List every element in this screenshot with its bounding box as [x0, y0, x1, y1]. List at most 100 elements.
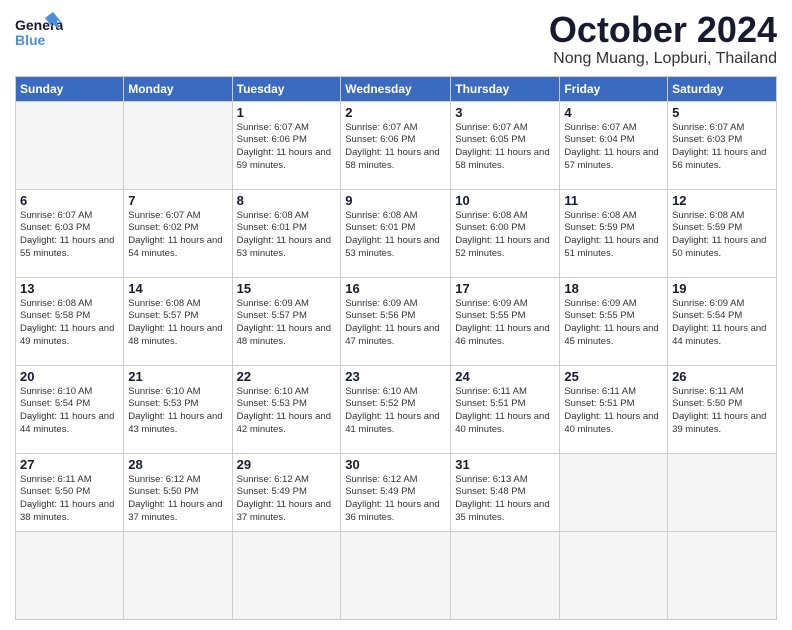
table-row: 26 Sunrise: 6:11 AM Sunset: 5:50 PM Dayli…: [668, 365, 777, 453]
day-number: 17: [455, 281, 555, 296]
day-number: 13: [20, 281, 119, 296]
day-info: Sunrise: 6:09 AM Sunset: 5:57 PM Dayligh…: [237, 298, 337, 349]
table-row: [124, 101, 232, 189]
table-row: 4Sunrise: 6:07 AM Sunset: 6:04 PM Daylig…: [560, 101, 668, 189]
day-info: Sunrise: 6:08 AM Sunset: 5:58 PM Dayligh…: [20, 298, 119, 349]
table-row: [341, 531, 451, 619]
table-row: 19Sunrise: 6:09 AM Sunset: 5:54 PM Dayli…: [668, 277, 777, 365]
location-title: Nong Muang, Lopburi, Thailand: [549, 50, 777, 68]
day-number: 18: [564, 281, 663, 296]
table-row: 16Sunrise: 6:09 AM Sunset: 5:56 PM Dayli…: [341, 277, 451, 365]
day-number: 30: [345, 457, 446, 472]
table-row: 6 Sunrise: 6:07 AM Sunset: 6:03 PM Daylig…: [16, 189, 124, 277]
day-number: 7: [128, 193, 227, 208]
day-info: Sunrise: 6:07 AM Sunset: 6:03 PM Dayligh…: [20, 210, 119, 261]
table-row: 14Sunrise: 6:08 AM Sunset: 5:57 PM Dayli…: [124, 277, 232, 365]
header-area: General Blue October 2024 Nong Muang, Lo…: [15, 10, 777, 68]
header-friday: Friday: [560, 76, 668, 101]
day-number: 29: [237, 457, 337, 472]
table-row: 12 Sunrise: 6:08 AM Sunset: 5:59 PM Dayli…: [668, 189, 777, 277]
day-number: 9: [345, 193, 446, 208]
table-row: 23Sunrise: 6:10 AM Sunset: 5:52 PM Dayli…: [341, 365, 451, 453]
table-row: 20 Sunrise: 6:10 AM Sunset: 5:54 PM Dayli…: [16, 365, 124, 453]
day-info: Sunrise: 6:08 AM Sunset: 6:01 PM Dayligh…: [237, 210, 337, 261]
day-info: Sunrise: 6:07 AM Sunset: 6:06 PM Dayligh…: [345, 122, 446, 173]
table-row: 5 Sunrise: 6:07 AM Sunset: 6:03 PM Daylig…: [668, 101, 777, 189]
table-row: 1Sunrise: 6:07 AM Sunset: 6:06 PM Daylig…: [232, 101, 341, 189]
calendar-table: Sunday Monday Tuesday Wednesday Thursday…: [15, 76, 777, 620]
table-row: [232, 531, 341, 619]
logo-icon: General Blue: [15, 10, 63, 52]
table-row: [124, 531, 232, 619]
day-number: 5: [672, 105, 772, 120]
day-number: 26: [672, 369, 772, 384]
day-info: Sunrise: 6:13 AM Sunset: 5:48 PM Dayligh…: [455, 474, 555, 525]
day-info: Sunrise: 6:12 AM Sunset: 5:49 PM Dayligh…: [345, 474, 446, 525]
title-area: October 2024 Nong Muang, Lopburi, Thaila…: [549, 10, 777, 68]
day-number: 31: [455, 457, 555, 472]
day-info: Sunrise: 6:10 AM Sunset: 5:53 PM Dayligh…: [237, 386, 337, 437]
day-info: Sunrise: 6:07 AM Sunset: 6:03 PM Dayligh…: [672, 122, 772, 173]
table-row: 2 Sunrise: 6:07 AM Sunset: 6:06 PM Daylig…: [341, 101, 451, 189]
day-info: Sunrise: 6:10 AM Sunset: 5:54 PM Dayligh…: [20, 386, 119, 437]
day-info: Sunrise: 6:09 AM Sunset: 5:54 PM Dayligh…: [672, 298, 772, 349]
table-row: [560, 531, 668, 619]
day-info: Sunrise: 6:11 AM Sunset: 5:51 PM Dayligh…: [564, 386, 663, 437]
day-info: Sunrise: 6:07 AM Sunset: 6:04 PM Dayligh…: [564, 122, 663, 173]
header-thursday: Thursday: [451, 76, 560, 101]
day-info: Sunrise: 6:07 AM Sunset: 6:06 PM Dayligh…: [237, 122, 337, 173]
day-number: 15: [237, 281, 337, 296]
day-number: 6: [20, 193, 119, 208]
page-container: General Blue October 2024 Nong Muang, Lo…: [0, 0, 792, 630]
day-info: Sunrise: 6:08 AM Sunset: 6:01 PM Dayligh…: [345, 210, 446, 261]
day-number: 2: [345, 105, 446, 120]
day-number: 25: [564, 369, 663, 384]
header-tuesday: Tuesday: [232, 76, 341, 101]
day-number: 27: [20, 457, 119, 472]
day-number: 10: [455, 193, 555, 208]
table-row: 9 Sunrise: 6:08 AM Sunset: 6:01 PM Daylig…: [341, 189, 451, 277]
table-row: 11Sunrise: 6:08 AM Sunset: 5:59 PM Dayli…: [560, 189, 668, 277]
logo: General Blue: [15, 10, 63, 52]
day-info: Sunrise: 6:08 AM Sunset: 5:57 PM Dayligh…: [128, 298, 227, 349]
day-info: Sunrise: 6:10 AM Sunset: 5:53 PM Dayligh…: [128, 386, 227, 437]
day-info: Sunrise: 6:09 AM Sunset: 5:55 PM Dayligh…: [455, 298, 555, 349]
day-info: Sunrise: 6:11 AM Sunset: 5:50 PM Dayligh…: [20, 474, 119, 525]
day-info: Sunrise: 6:08 AM Sunset: 5:59 PM Dayligh…: [672, 210, 772, 261]
day-info: Sunrise: 6:07 AM Sunset: 6:05 PM Dayligh…: [455, 122, 555, 173]
day-number: 22: [237, 369, 337, 384]
day-info: Sunrise: 6:09 AM Sunset: 5:55 PM Dayligh…: [564, 298, 663, 349]
table-row: 30 Sunrise: 6:12 AM Sunset: 5:49 PM Dayli…: [341, 453, 451, 531]
table-row: 22 Sunrise: 6:10 AM Sunset: 5:53 PM Dayli…: [232, 365, 341, 453]
weekday-header-row: Sunday Monday Tuesday Wednesday Thursday…: [16, 76, 777, 101]
table-row: 7Sunrise: 6:07 AM Sunset: 6:02 PM Daylig…: [124, 189, 232, 277]
table-row: 10 Sunrise: 6:08 AM Sunset: 6:00 PM Dayli…: [451, 189, 560, 277]
month-title: October 2024: [549, 10, 777, 50]
table-row: [668, 453, 777, 531]
day-number: 8: [237, 193, 337, 208]
table-row: 24Sunrise: 6:11 AM Sunset: 5:51 PM Dayli…: [451, 365, 560, 453]
day-number: 3: [455, 105, 555, 120]
table-row: 3 Sunrise: 6:07 AM Sunset: 6:05 PM Daylig…: [451, 101, 560, 189]
table-row: 18 Sunrise: 6:09 AM Sunset: 5:55 PM Dayli…: [560, 277, 668, 365]
header-saturday: Saturday: [668, 76, 777, 101]
table-row: [668, 531, 777, 619]
day-number: 23: [345, 369, 446, 384]
table-row: 27 Sunrise: 6:11 AM Sunset: 5:50 PM Dayli…: [16, 453, 124, 531]
day-info: Sunrise: 6:11 AM Sunset: 5:50 PM Dayligh…: [672, 386, 772, 437]
day-number: 21: [128, 369, 227, 384]
table-row: [451, 531, 560, 619]
header-sunday: Sunday: [16, 76, 124, 101]
day-info: Sunrise: 6:12 AM Sunset: 5:50 PM Dayligh…: [128, 474, 227, 525]
day-info: Sunrise: 6:12 AM Sunset: 5:49 PM Dayligh…: [237, 474, 337, 525]
day-info: Sunrise: 6:09 AM Sunset: 5:56 PM Dayligh…: [345, 298, 446, 349]
day-number: 20: [20, 369, 119, 384]
table-row: 8 Sunrise: 6:08 AM Sunset: 6:01 PM Daylig…: [232, 189, 341, 277]
svg-text:Blue: Blue: [15, 32, 46, 48]
header-monday: Monday: [124, 76, 232, 101]
day-number: 12: [672, 193, 772, 208]
day-info: Sunrise: 6:11 AM Sunset: 5:51 PM Dayligh…: [455, 386, 555, 437]
table-row: [16, 531, 124, 619]
table-row: 21 Sunrise: 6:10 AM Sunset: 5:53 PM Dayli…: [124, 365, 232, 453]
day-info: Sunrise: 6:08 AM Sunset: 6:00 PM Dayligh…: [455, 210, 555, 261]
